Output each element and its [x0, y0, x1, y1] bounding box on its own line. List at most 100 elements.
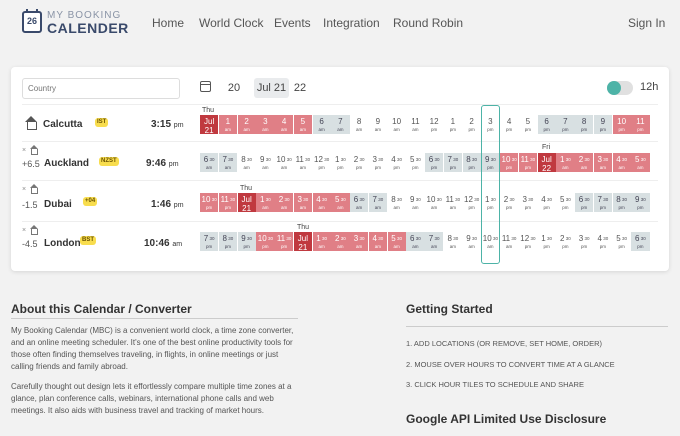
hour-tile[interactable]: 6 30 pm — [631, 232, 650, 251]
hour-tile[interactable]: 5 pm — [518, 115, 537, 134]
hour-tile[interactable]: 8 30 am — [387, 193, 406, 212]
home-icon[interactable] — [25, 116, 37, 130]
hour-tile[interactable]: 12 30 pm — [312, 153, 331, 172]
hour-tile[interactable]: 4 30 am — [612, 153, 631, 172]
remove-location-icon[interactable]: × — [22, 147, 26, 154]
hour-tile[interactable]: 12 30 pm — [518, 232, 537, 251]
hour-tile[interactable]: 11 30 pm — [218, 193, 237, 212]
time-format-toggle[interactable] — [607, 81, 633, 95]
hour-tile[interactable]: 10 30 am — [425, 193, 444, 212]
hour-tile[interactable]: 11 pm — [631, 115, 650, 134]
hour-tile[interactable]: 4 30 pm — [537, 193, 556, 212]
hour-tile[interactable]: 3 30 pm — [575, 232, 594, 251]
hour-tile[interactable]: 6 am — [312, 115, 331, 134]
hour-tile[interactable]: 3 am — [256, 115, 275, 134]
hour-tile[interactable]: 3 30 pm — [368, 153, 387, 172]
hour-tile[interactable]: 6 pm — [537, 115, 556, 134]
date-current-button[interactable]: Jul 21 — [254, 78, 289, 98]
hour-tile[interactable]: 6 30 am — [350, 193, 369, 212]
hour-tile[interactable]: 7 pm — [556, 115, 575, 134]
hour-tile[interactable]: 9 30 pm — [631, 193, 650, 212]
hour-tile[interactable]: 10 am — [387, 115, 406, 134]
calendar-logo-icon[interactable]: 26 — [22, 9, 42, 33]
hour-tile[interactable]: 5 30 am — [387, 232, 406, 251]
hour-tile[interactable]: 6 30 am — [200, 153, 219, 172]
hour-tile[interactable]: 3 30 am — [293, 193, 312, 212]
hour-tile[interactable]: 2 30 pm — [500, 193, 519, 212]
hour-tile[interactable]: 7 30 pm — [443, 153, 462, 172]
sign-in-link[interactable]: Sign In — [628, 16, 665, 30]
hour-tile[interactable]: 10 30 pm — [256, 232, 275, 251]
hour-tile[interactable]: 1 30 am — [556, 153, 575, 172]
hour-tile[interactable]: 11 am — [406, 115, 425, 134]
hour-tile[interactable]: 4 pm — [500, 115, 519, 134]
hour-tile[interactable]: Jul 21 — [293, 232, 312, 251]
nav-round-robin[interactable]: Round Robin — [393, 16, 463, 30]
hour-tile[interactable]: 5 30 pm — [612, 232, 631, 251]
hour-tile[interactable]: 1 am — [218, 115, 237, 134]
hour-tile[interactable]: 7 am — [331, 115, 350, 134]
hour-tile[interactable]: 11 30 am — [443, 193, 462, 212]
hour-tile[interactable]: 9 30 am — [462, 232, 481, 251]
hour-tile[interactable]: 11 30 pm — [275, 232, 294, 251]
hour-tile[interactable]: 6 30 am — [406, 232, 425, 251]
hour-tile[interactable]: 2 30 am — [331, 232, 350, 251]
hour-tile[interactable]: 7 30 am — [218, 153, 237, 172]
set-home-icon[interactable] — [30, 225, 38, 235]
hour-tile[interactable]: 5 30 am — [331, 193, 350, 212]
hour-tile[interactable]: 1 pm — [443, 115, 462, 134]
hour-tile[interactable]: 9 pm — [593, 115, 612, 134]
hour-tile[interactable]: 11 30 am — [500, 232, 519, 251]
hour-tile[interactable]: 7 30 am — [368, 193, 387, 212]
hour-tile[interactable]: 4 30 am — [368, 232, 387, 251]
calendar-icon[interactable] — [200, 81, 211, 92]
hour-tile[interactable]: Jul 22 — [537, 153, 556, 172]
hour-tile[interactable]: 9 30 pm — [237, 232, 256, 251]
hour-tile[interactable]: 4 am — [275, 115, 294, 134]
hour-tile[interactable]: 5 30 pm — [406, 153, 425, 172]
hour-tile[interactable]: 8 30 pm — [612, 193, 631, 212]
hour-tile[interactable]: 3 30 am — [593, 153, 612, 172]
hour-tile[interactable]: 12 pm — [425, 115, 444, 134]
hour-tile[interactable]: 4 30 pm — [387, 153, 406, 172]
hour-tile[interactable]: 9 30 am — [406, 193, 425, 212]
hour-tile[interactable]: 11 30 am — [293, 153, 312, 172]
hour-tile[interactable]: 5 30 pm — [556, 193, 575, 212]
country-search-input[interactable] — [22, 78, 180, 99]
set-home-icon[interactable] — [30, 184, 38, 194]
hour-tile[interactable]: 10 30 am — [275, 153, 294, 172]
nav-home[interactable]: Home — [152, 16, 184, 30]
hour-tile[interactable]: 3 30 pm — [518, 193, 537, 212]
hour-tile[interactable]: 2 30 am — [575, 153, 594, 172]
hour-tile[interactable]: 1 30 am — [312, 232, 331, 251]
hour-tile[interactable]: 9 am — [368, 115, 387, 134]
hour-tile[interactable]: 7 30 am — [425, 232, 444, 251]
hour-tile[interactable]: 11 30 pm — [518, 153, 537, 172]
hour-tile[interactable]: Jul 21 — [200, 115, 219, 134]
logo-text-bottom[interactable]: CALENDER — [47, 20, 129, 36]
hour-tile[interactable]: 1 30 pm — [331, 153, 350, 172]
hour-tile[interactable]: 8 30 pm — [462, 153, 481, 172]
hour-tile[interactable]: 10 30 pm — [200, 193, 219, 212]
hour-tile[interactable]: 2 30 pm — [350, 153, 369, 172]
hour-tile[interactable]: 7 30 pm — [200, 232, 219, 251]
hour-tile[interactable]: 4 30 pm — [593, 232, 612, 251]
hour-tile[interactable]: 9 30 am — [256, 153, 275, 172]
hour-tile[interactable]: 5 am — [293, 115, 312, 134]
hour-tile[interactable]: Jul 21 — [237, 193, 256, 212]
hour-tile[interactable]: 6 30 pm — [425, 153, 444, 172]
hour-tile[interactable]: 2 30 pm — [556, 232, 575, 251]
date-next-button[interactable]: 22 — [289, 78, 311, 98]
hour-tile[interactable]: 6 30 pm — [575, 193, 594, 212]
hour-tile[interactable]: 8 30 am — [237, 153, 256, 172]
hour-tile[interactable]: 4 30 am — [312, 193, 331, 212]
hour-tile[interactable]: 8 pm — [575, 115, 594, 134]
hour-tile[interactable]: 10 pm — [612, 115, 631, 134]
hour-tile[interactable]: 12 30 pm — [462, 193, 481, 212]
hour-tile[interactable]: 10 30 pm — [500, 153, 519, 172]
nav-world-clock[interactable]: World Clock — [199, 16, 263, 30]
hour-tile[interactable]: 8 am — [350, 115, 369, 134]
hour-tile[interactable]: 2 am — [237, 115, 256, 134]
remove-location-icon[interactable]: × — [22, 186, 26, 193]
hour-tile[interactable]: 8 30 pm — [218, 232, 237, 251]
